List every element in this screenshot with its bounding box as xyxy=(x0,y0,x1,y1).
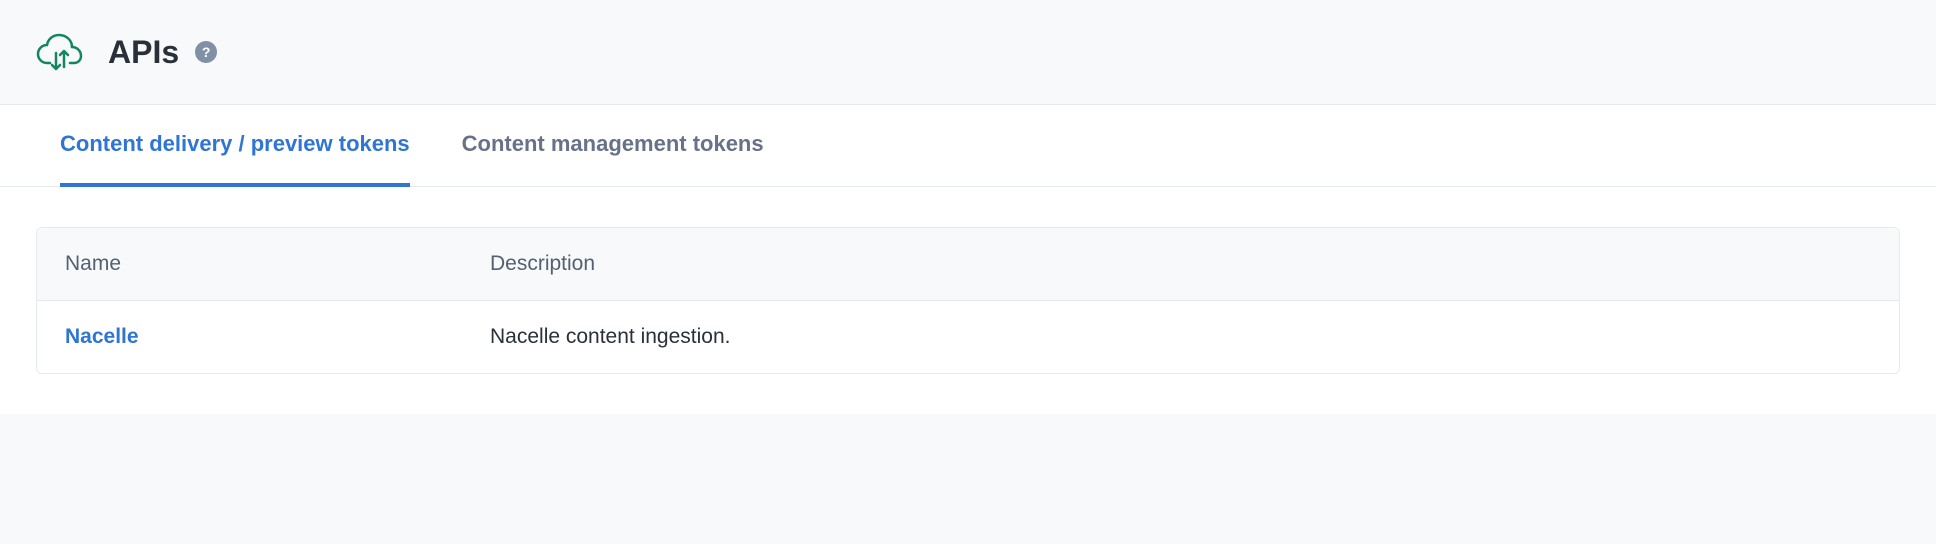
tabs: Content delivery / preview tokens Conten… xyxy=(0,105,1936,187)
content-area: Content delivery / preview tokens Conten… xyxy=(0,105,1936,414)
column-header-name: Name xyxy=(65,252,490,276)
cell-description: Nacelle content ingestion. xyxy=(490,325,1871,349)
cell-name: Nacelle xyxy=(65,325,490,349)
tokens-table: Name Description Nacelle Nacelle content… xyxy=(36,227,1900,374)
column-header-description: Description xyxy=(490,252,1871,276)
table-row: Nacelle Nacelle content ingestion. xyxy=(37,301,1899,373)
token-name-link[interactable]: Nacelle xyxy=(65,325,139,348)
cloud-api-icon xyxy=(36,28,84,76)
table-container: Name Description Nacelle Nacelle content… xyxy=(0,187,1936,414)
page-title: APIs xyxy=(108,34,179,71)
tab-content-delivery-preview-tokens[interactable]: Content delivery / preview tokens xyxy=(60,105,410,187)
help-icon[interactable]: ? xyxy=(195,41,217,63)
tab-content-management-tokens[interactable]: Content management tokens xyxy=(462,105,764,187)
table-header-row: Name Description xyxy=(37,228,1899,301)
page-header: APIs ? xyxy=(0,0,1936,105)
